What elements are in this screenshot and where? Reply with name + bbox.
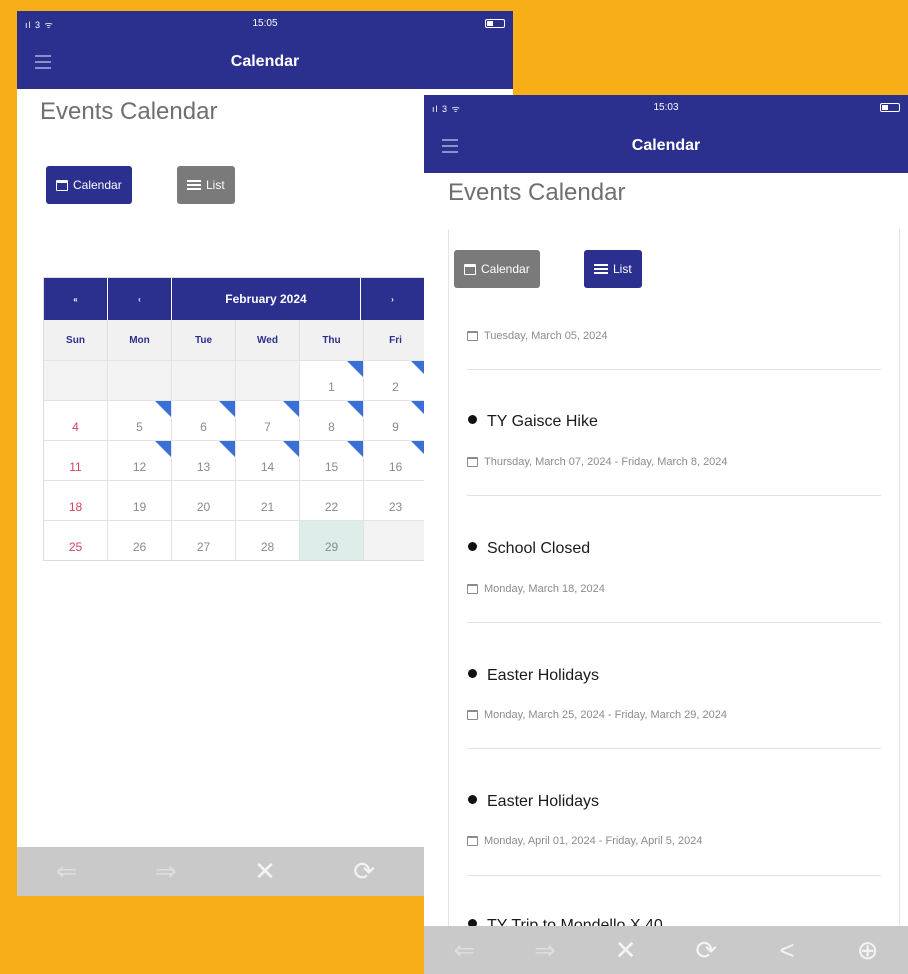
battery-icon bbox=[485, 19, 505, 28]
weekday-label: Thu bbox=[300, 320, 364, 360]
page-title: Events Calendar bbox=[40, 98, 218, 125]
forward-arrow-icon[interactable]: ⇒ bbox=[146, 856, 186, 887]
calendar-day[interactable]: 14 bbox=[236, 441, 300, 480]
calendar-icon bbox=[464, 263, 476, 275]
calendar-day[interactable]: 20 bbox=[172, 481, 236, 520]
bullet-icon bbox=[468, 794, 477, 804]
calendar-day[interactable]: 8 bbox=[300, 401, 364, 440]
calendar-day[interactable]: 26 bbox=[108, 521, 172, 560]
calendar-day[interactable]: 4 bbox=[44, 401, 108, 440]
prev-month-button[interactable]: ‹ bbox=[108, 278, 172, 320]
calendar-day[interactable]: 22 bbox=[300, 481, 364, 520]
share-icon[interactable]: < bbox=[767, 935, 807, 966]
back-arrow-icon[interactable]: ⇐ bbox=[47, 856, 87, 887]
calendar-day[interactable]: 16 bbox=[364, 441, 428, 480]
weekday-label: Mon bbox=[108, 320, 172, 360]
app-bar-title: Calendar bbox=[631, 137, 701, 154]
divider bbox=[467, 369, 881, 370]
next-month-button[interactable]: › bbox=[361, 278, 425, 320]
calendar-day[interactable]: 9 bbox=[364, 401, 428, 440]
status-time: 15:05 bbox=[252, 18, 278, 29]
calendar-day[interactable]: 12 bbox=[108, 441, 172, 480]
calendar-day[interactable]: 11 bbox=[44, 441, 108, 480]
calendar-day[interactable]: 6 bbox=[172, 401, 236, 440]
divider bbox=[467, 495, 881, 496]
prev-year-button[interactable]: « bbox=[44, 278, 108, 320]
weekday-label: Tue bbox=[172, 320, 236, 360]
calendar-view-button[interactable]: Calendar bbox=[454, 250, 540, 288]
event-date: Tuesday, March 05, 2024 bbox=[467, 330, 608, 342]
list-button-label: List bbox=[206, 178, 225, 192]
calendar-day[interactable]: 18 bbox=[44, 481, 108, 520]
calendar-icon bbox=[467, 584, 478, 594]
divider bbox=[467, 622, 881, 623]
calendar-day-empty bbox=[44, 361, 108, 400]
bullet-icon bbox=[468, 414, 477, 424]
refresh-icon[interactable]: ⟳ bbox=[686, 935, 726, 966]
calendar-button-label: Calendar bbox=[481, 262, 530, 276]
globe-icon[interactable]: ⊕ bbox=[848, 935, 888, 966]
calendar-day[interactable]: 5 bbox=[108, 401, 172, 440]
calendar-day[interactable]: 28 bbox=[236, 521, 300, 560]
event-date: Monday, March 18, 2024 bbox=[467, 583, 605, 595]
list-view-screen: ıl 3 ᯤ 15:03 Calendar Events Calendar Ca… bbox=[424, 95, 908, 974]
event-date: Monday, April 01, 2024 - Friday, April 5… bbox=[467, 835, 703, 847]
month-label: February 2024 bbox=[172, 278, 361, 320]
status-time: 15:03 bbox=[653, 102, 679, 113]
list-icon bbox=[594, 264, 608, 274]
calendar-view-button[interactable]: Calendar bbox=[46, 166, 132, 204]
calendar-day[interactable]: 13 bbox=[172, 441, 236, 480]
event-title[interactable]: TY Gaisce Hike bbox=[468, 413, 598, 431]
weekday-label: Sun bbox=[44, 320, 108, 360]
list-view-button[interactable]: List bbox=[584, 250, 642, 288]
weekday-label: Fri bbox=[364, 320, 428, 360]
calendar-day[interactable]: 27 bbox=[172, 521, 236, 560]
event-title[interactable]: Easter Holidays bbox=[468, 793, 599, 811]
event-date: Monday, March 25, 2024 - Friday, March 2… bbox=[467, 709, 727, 721]
calendar-day-empty bbox=[108, 361, 172, 400]
app-bar-title: Calendar bbox=[230, 53, 300, 70]
event-title[interactable]: Easter Holidays bbox=[468, 667, 599, 685]
event-date: Thursday, March 07, 2024 - Friday, March… bbox=[467, 456, 728, 468]
calendar-day[interactable]: 1 bbox=[300, 361, 364, 400]
battery-icon bbox=[880, 103, 900, 112]
calendar-day[interactable]: 21 bbox=[236, 481, 300, 520]
event-title[interactable]: School Closed bbox=[468, 540, 590, 558]
close-icon[interactable]: ✕ bbox=[245, 856, 285, 887]
page-title: Events Calendar bbox=[448, 179, 626, 206]
calendar-icon bbox=[56, 179, 68, 191]
calendar-day-empty bbox=[172, 361, 236, 400]
calendar-icon bbox=[467, 457, 478, 467]
calendar-day[interactable]: 2 bbox=[364, 361, 428, 400]
divider bbox=[467, 748, 881, 749]
close-icon[interactable]: ✕ bbox=[606, 935, 646, 966]
calendar-icon bbox=[467, 710, 478, 720]
calendar-day-empty bbox=[236, 361, 300, 400]
status-bar: ıl 3 ᯤ 15:05 bbox=[17, 11, 513, 37]
list-icon bbox=[187, 180, 201, 190]
forward-arrow-icon[interactable]: ⇒ bbox=[525, 935, 565, 966]
calendar-icon bbox=[467, 836, 478, 846]
calendar-day[interactable]: 23 bbox=[364, 481, 428, 520]
calendar-day-today[interactable]: 29 bbox=[300, 521, 364, 560]
list-button-label: List bbox=[613, 262, 632, 276]
list-view-button[interactable]: List bbox=[177, 166, 235, 204]
back-arrow-icon[interactable]: ⇐ bbox=[444, 935, 484, 966]
bullet-icon bbox=[468, 668, 477, 678]
calendar-icon bbox=[467, 331, 478, 341]
refresh-icon[interactable]: ⟳ bbox=[344, 856, 384, 887]
calendar-day[interactable]: 25 bbox=[44, 521, 108, 560]
divider bbox=[467, 875, 881, 876]
calendar-day[interactable]: 7 bbox=[236, 401, 300, 440]
calendar-button-label: Calendar bbox=[73, 178, 122, 192]
status-bar: ıl 3 ᯤ 15:03 bbox=[424, 95, 908, 121]
app-bar: Calendar bbox=[424, 121, 908, 173]
calendar-day[interactable]: 19 bbox=[108, 481, 172, 520]
calendar-day-empty bbox=[364, 521, 428, 560]
bullet-icon bbox=[468, 541, 477, 551]
calendar-day[interactable]: 15 bbox=[300, 441, 364, 480]
browser-toolbar: ⇐ ⇒ ✕ ⟳ < ⊕ bbox=[424, 926, 908, 974]
app-bar: Calendar bbox=[17, 37, 513, 89]
weekday-label: Wed bbox=[236, 320, 300, 360]
